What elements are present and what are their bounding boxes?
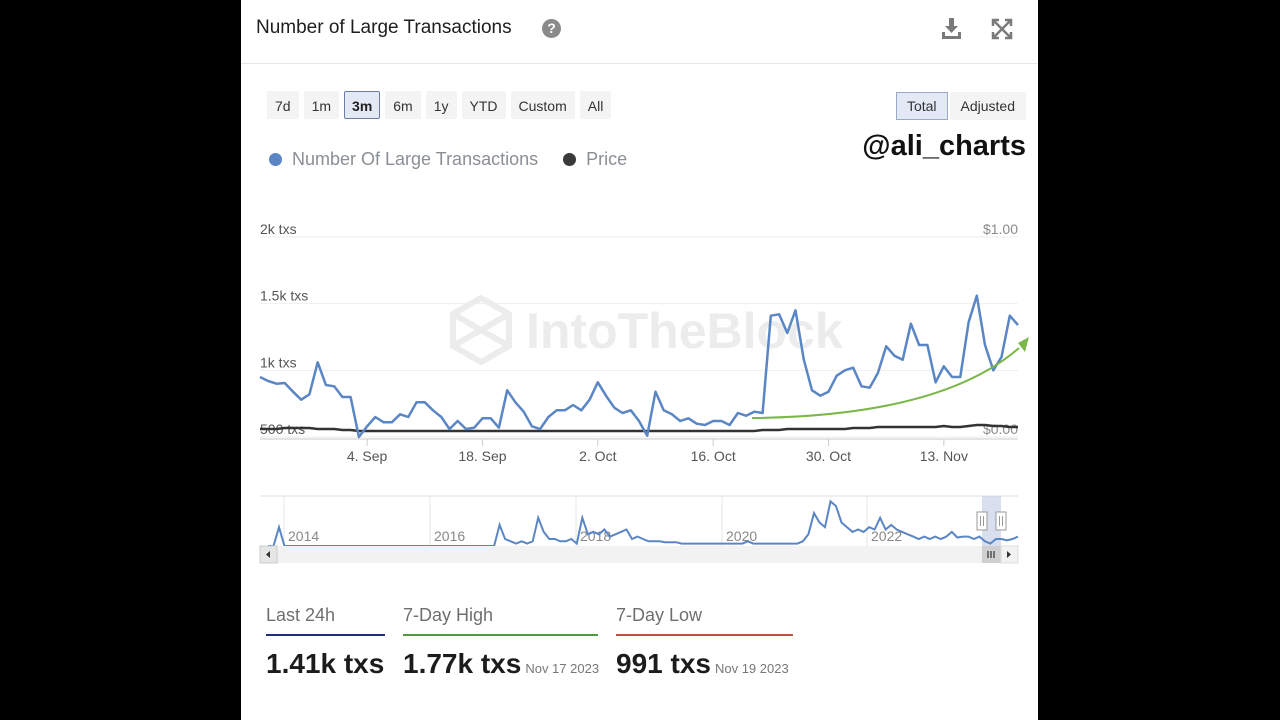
y-left-tick-label: 1.5k txs (260, 288, 308, 304)
range-button-3m[interactable]: 3m (344, 91, 381, 119)
x-tick-label: 18. Sep (458, 448, 506, 464)
range-button-1m[interactable]: 1m (303, 91, 340, 119)
y-left-tick-label: 1k txs (260, 354, 297, 370)
stat-label: 7-Day Low (616, 605, 703, 625)
stat-value-row: 1.77k txs Nov 17 2023 (403, 648, 600, 680)
intotheblock-watermark: IntoTheBlock (450, 294, 843, 366)
download-icon[interactable] (939, 16, 965, 42)
chart-legend: Number Of Large Transactions Price (269, 149, 652, 170)
y-right-tick-label: $1.00 (983, 221, 1018, 237)
panel-header: Number of Large Transactions ? (241, 0, 1038, 64)
range-button-7d[interactable]: 7d (267, 91, 299, 119)
stat-last-24h: Last 24h 1.41k txs (266, 605, 385, 680)
legend-dot-price (563, 153, 577, 166)
y-right-tick-label: $0.00 (983, 421, 1018, 437)
x-tick-label: 13. Nov (920, 448, 968, 464)
x-tick-label: 2. Oct (579, 448, 616, 464)
mode-button-total[interactable]: Total (895, 92, 948, 120)
series-line-price[interactable] (260, 423, 1018, 433)
stat-underline (403, 634, 598, 636)
navigator[interactable]: 2014 2016 2018 2020 2022 (241, 490, 1038, 570)
navigator-series-line (268, 499, 1019, 547)
y-left-tick-label: 2k txs (260, 221, 297, 237)
x-tick-label: 4. Sep (347, 448, 388, 464)
trend-arrow-head (1018, 337, 1029, 352)
legend-item-transactions[interactable]: Number Of Large Transactions (269, 149, 538, 170)
stat-value: 1.41k txs (266, 648, 385, 679)
x-axis: 4. Sep 18. Sep 2. Oct 16. Oct 30. Oct 13. Nov (347, 439, 968, 464)
legend-dot-transactions (269, 153, 282, 166)
navigator-year-label: 2016 (434, 528, 465, 544)
stat-value: 1.77k txs (403, 648, 522, 679)
range-button-custom[interactable]: Custom (510, 91, 575, 119)
scroll-right-button[interactable] (1000, 545, 1019, 564)
mode-button-adjusted[interactable]: Adjusted (949, 92, 1026, 120)
chart-panel: Number of Large Transactions ? 7d 1m 3m 6m 1… (241, 0, 1038, 720)
x-tick-label: 16. Oct (691, 448, 736, 464)
legend-item-price[interactable]: Price (563, 149, 627, 170)
y-axis-right: $1.00 $0.00 (983, 221, 1018, 437)
stat-date: Nov 17 2023 (525, 661, 600, 676)
range-button-6m[interactable]: 6m (385, 91, 421, 119)
stat-value-row: 991 txs Nov 19 2023 (616, 648, 793, 680)
navigator-handle-right[interactable] (995, 511, 1007, 531)
main-chart[interactable]: IntoTheBlock 2k txs1.5k txs1k txs500 txs… (241, 210, 1038, 470)
chart-title: Number of Large Transactions (256, 17, 512, 38)
x-tick-label: 30. Oct (806, 448, 851, 464)
legend-label-transactions: Number Of Large Transactions (292, 149, 539, 169)
navigator-handle-left[interactable] (976, 511, 988, 531)
stat-7-day-low: 7-Day Low 991 txs Nov 19 2023 (616, 605, 793, 680)
stat-date: Nov 19 2023 (714, 661, 789, 676)
y-axis-left: 2k txs1.5k txs1k txs500 txs (260, 221, 308, 437)
navigator-year-label: 2018 (580, 528, 611, 544)
stat-label: Last 24h (266, 605, 336, 625)
time-range-selector: 7d 1m 3m 6m 1y YTD Custom All (267, 91, 612, 119)
range-button-ytd[interactable]: YTD (461, 91, 506, 119)
stat-underline (616, 634, 793, 636)
author-handle: @ali_charts (862, 130, 1026, 162)
range-button-all[interactable]: All (579, 91, 612, 119)
stat-7-day-high: 7-Day High 1.77k txs Nov 17 2023 (403, 605, 600, 680)
navigator-scrollbar-track[interactable] (260, 546, 1018, 563)
expand-arrows-icon[interactable] (989, 16, 1015, 42)
stat-value-row: 1.41k txs (266, 648, 385, 680)
navigator-year-label: 2020 (726, 528, 757, 544)
question-circle-icon[interactable]: ? (542, 19, 561, 38)
total-adjusted-toggle: Total Adjusted (895, 92, 1026, 120)
legend-label-price: Price (586, 149, 628, 169)
stat-value: 991 txs (616, 648, 711, 679)
range-button-1y[interactable]: 1y (425, 91, 457, 119)
stat-label: 7-Day High (403, 605, 494, 625)
stats-row: Last 24h 1.41k txs 7-Day High 1.77k txs Nov … (266, 605, 793, 680)
stat-underline (266, 634, 385, 636)
navigator-year-label: 2014 (288, 528, 319, 544)
scroll-left-button[interactable] (259, 545, 278, 564)
